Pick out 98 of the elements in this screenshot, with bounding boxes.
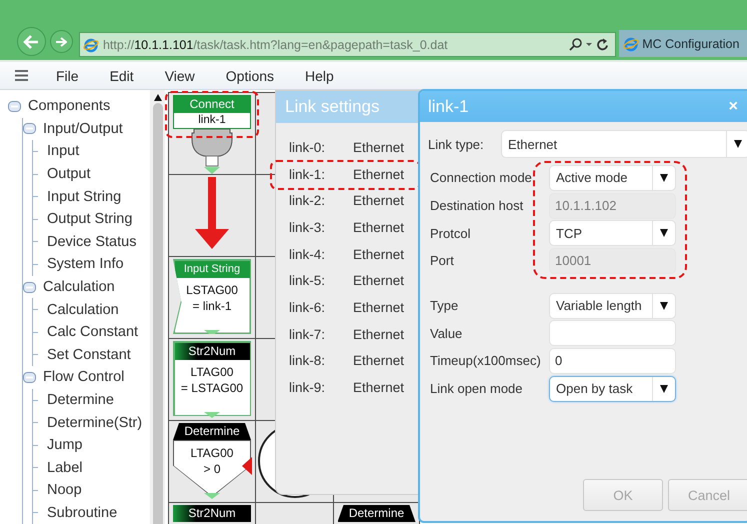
flow-block[interactable]: Connect link-1 (173, 95, 251, 129)
block-text: link-1 (198, 114, 226, 126)
link-name[interactable]: link-7: (289, 326, 353, 342)
select-field[interactable]: TCP (549, 220, 676, 246)
field-label: Type (429, 298, 460, 314)
tree-item[interactable]: Input/Output (43, 120, 123, 137)
flow-block[interactable]: Str2Num (173, 505, 251, 522)
select-field[interactable]: Ethernet (501, 130, 747, 158)
block-title: Input String (174, 260, 250, 278)
browser-logo-icon (623, 36, 640, 52)
field-label: Timeup(x100msec) (429, 353, 542, 368)
link-type: Ethernet (353, 353, 404, 368)
block-text: LTAG00 (190, 445, 234, 461)
flow-block[interactable]: Str2Num LTAG00 = LSTAG00 (173, 341, 251, 416)
link-type: Ethernet (353, 273, 404, 288)
block-text: > 0 (202, 461, 222, 477)
field-label: Connection mode (429, 170, 533, 186)
link-type: Ethernet (353, 220, 404, 235)
link-type: Ethernet (353, 300, 404, 315)
link-name[interactable]: link-4: (289, 246, 353, 262)
field-label: Link open mode (429, 381, 524, 396)
block-title: Str2Num (174, 342, 250, 360)
menu-item[interactable]: View (164, 68, 195, 84)
browser-logo-icon (82, 36, 99, 52)
tree-item[interactable]: Components (28, 98, 110, 114)
tree-item[interactable]: Output String (47, 211, 132, 228)
caret-icon (586, 42, 594, 47)
dialog-title: link-1 (428, 96, 469, 116)
caret-icon (734, 140, 742, 148)
tree-item[interactable]: Set Constant (47, 346, 131, 363)
tree-item[interactable]: Input (47, 143, 80, 160)
refresh-icon (597, 38, 610, 51)
field-label: Value (429, 326, 464, 341)
right-arrow-icon (55, 36, 68, 46)
tree-item[interactable]: Determine(Str) (47, 414, 142, 431)
flow-block[interactable]: Determine (338, 505, 416, 522)
address-bar[interactable]: http://10.1.1.101/task/task.htm?lang=en&pagepath=task_0.dat (78, 32, 616, 57)
field-label: Protcol (429, 226, 472, 241)
block-text: LSTAG00 (185, 282, 239, 298)
block-text: LTAG00 (190, 364, 234, 380)
block-text: = link-1 (191, 298, 233, 314)
link-type: Ethernet (353, 193, 404, 208)
tree-item[interactable]: Jump (47, 437, 82, 454)
tree-item[interactable]: Calculation (43, 279, 115, 296)
back-button[interactable] (17, 27, 46, 56)
tree-item[interactable]: Noop (47, 482, 82, 498)
tree-item[interactable]: Determine (47, 392, 114, 408)
field-label: Destination host (429, 198, 524, 214)
field-label: Link type: (428, 136, 485, 152)
text-field[interactable]: 0 (549, 348, 676, 374)
link-type: Ethernet (353, 166, 404, 182)
tree-item[interactable]: Flow Control (43, 369, 124, 386)
url-text: http://10.1.1.101/task/task.htm?lang=en&pagepath=task_0.dat (102, 38, 449, 52)
link-name[interactable]: link-2: (289, 193, 353, 208)
tree-item[interactable]: Output (47, 166, 91, 182)
menu-item[interactable]: Options (226, 68, 274, 84)
scrollbar-thumb[interactable] (152, 103, 162, 524)
link-name[interactable]: link-9: (289, 380, 353, 396)
block-title: Connect (174, 96, 250, 113)
field-label: Port (429, 253, 455, 268)
block-text: = LSTAG00 (180, 380, 244, 396)
text-field[interactable] (549, 320, 676, 346)
tab-title: MC Configuration (642, 36, 740, 50)
link-name[interactable]: link-1: (289, 166, 353, 182)
search-icon (569, 38, 582, 51)
link-type: Ethernet (353, 140, 404, 155)
forward-button[interactable] (50, 30, 73, 53)
link-name[interactable]: link-8: (289, 353, 353, 368)
menu-item[interactable]: File (56, 68, 79, 84)
tree-item[interactable]: System Info (47, 256, 124, 272)
link-name[interactable]: link-3: (289, 220, 353, 235)
tree-item[interactable]: Calc Constant (47, 324, 138, 340)
select-field[interactable]: Variable length (549, 292, 676, 319)
link-name[interactable]: link-6: (289, 300, 353, 315)
flow-block[interactable]: Input String LSTAG00 = link-1 (173, 259, 251, 334)
tree-item[interactable]: Device Status (47, 234, 136, 250)
caret-icon (660, 174, 668, 182)
tree-item[interactable]: Calculation (47, 302, 119, 318)
menu-item[interactable]: Edit (110, 68, 134, 84)
menu-icon[interactable] (15, 70, 28, 81)
tree-item[interactable]: Input String (47, 188, 122, 205)
block-title: Determine (173, 423, 251, 440)
select-field[interactable]: Active mode (549, 164, 676, 191)
left-arrow-icon (23, 34, 40, 48)
link-name[interactable]: link-5: (289, 273, 353, 288)
link-name[interactable]: link-0: (289, 140, 353, 155)
caret-icon (660, 302, 668, 310)
caret-icon (660, 384, 668, 393)
link-type: Ethernet (353, 380, 404, 396)
dialog-title: Link settings (276, 91, 419, 123)
browser-tab[interactable]: MC Configuration (619, 30, 747, 57)
link-type: Ethernet (353, 246, 404, 262)
menu-item[interactable]: Help (305, 68, 334, 84)
caret-icon (660, 229, 668, 238)
tree-item[interactable]: Subroutine (47, 504, 118, 521)
select-field[interactable]: Open by task (549, 376, 676, 402)
link-type: Ethernet (353, 326, 404, 342)
tree-item[interactable]: Label (47, 460, 82, 476)
